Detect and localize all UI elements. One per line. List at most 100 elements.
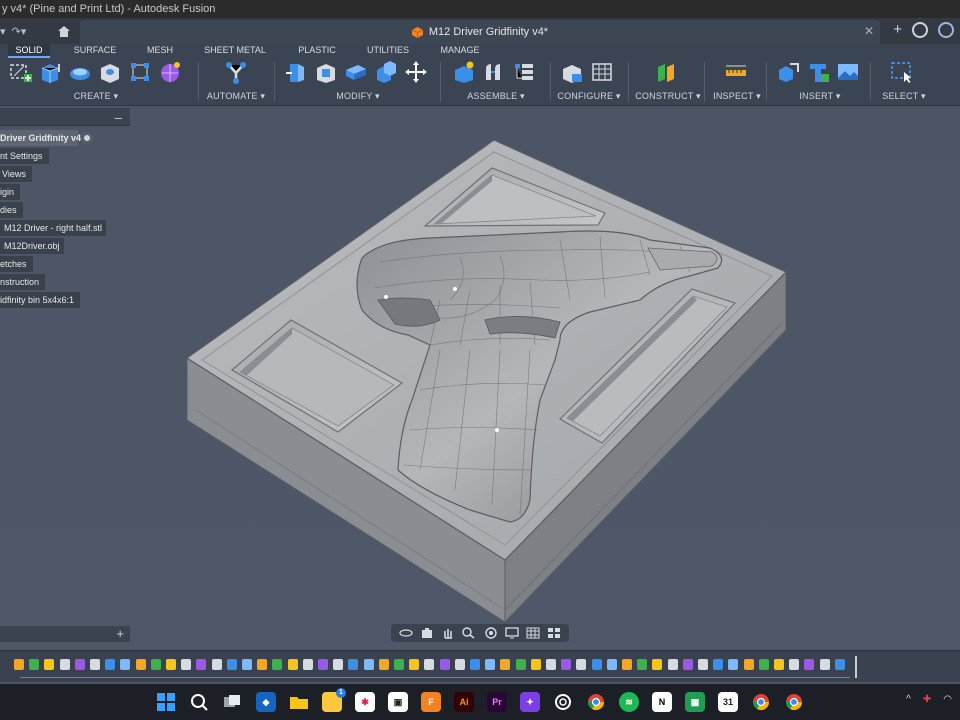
window-select-icon[interactable] — [890, 60, 914, 84]
timeline-feature[interactable] — [683, 659, 693, 670]
timeline-feature[interactable] — [379, 659, 389, 670]
timeline-feature[interactable] — [29, 659, 39, 670]
timeline-marker[interactable] — [855, 656, 857, 678]
timeline-feature[interactable] — [576, 659, 586, 670]
browser-node-document-settings[interactable]: nt Settings — [0, 148, 49, 164]
pattern-icon[interactable] — [128, 60, 152, 84]
timeline-feature[interactable] — [668, 659, 678, 670]
tab-solid[interactable]: SOLID — [8, 44, 50, 58]
timeline-feature[interactable] — [759, 659, 769, 670]
timeline-feature[interactable] — [561, 659, 571, 670]
construct-menu-label[interactable]: CONSTRUCT ▾ — [634, 91, 702, 102]
activate-radio-icon[interactable] — [81, 132, 93, 144]
configure-design-icon[interactable] — [560, 60, 584, 84]
automate-icon[interactable] — [224, 60, 248, 84]
image-editor-icon[interactable]: ▣ — [388, 692, 408, 712]
task-view-icon[interactable] — [222, 692, 242, 712]
copilot-icon[interactable]: ✦ — [520, 692, 540, 712]
orbit-icon[interactable] — [399, 627, 413, 639]
timeline-feature[interactable] — [105, 659, 115, 670]
timeline-feature[interactable] — [120, 659, 130, 670]
timeline-feature[interactable] — [592, 659, 602, 670]
file-explorer-icon[interactable] — [289, 692, 309, 712]
fusion-taskbar-icon[interactable]: F — [421, 692, 441, 712]
look-at-icon[interactable] — [420, 627, 434, 639]
timeline-feature[interactable] — [196, 659, 206, 670]
measure-icon[interactable] — [724, 60, 748, 84]
configuration-table-icon[interactable] — [590, 60, 614, 84]
automate-menu-label[interactable]: AUTOMATE ▾ — [202, 91, 270, 102]
timeline-feature[interactable] — [364, 659, 374, 670]
calendar-icon[interactable]: 31 — [718, 692, 738, 712]
insert-derive-icon[interactable] — [776, 60, 800, 84]
timeline-feature[interactable] — [288, 659, 298, 670]
tab-utilities[interactable]: UTILITIES — [362, 44, 414, 58]
new-component-icon[interactable] — [452, 60, 476, 84]
insert-mcmaster-icon[interactable] — [806, 60, 830, 84]
zoom-icon[interactable] — [462, 627, 476, 639]
spotify-icon[interactable]: ≋ — [619, 692, 639, 712]
timeline-feature[interactable] — [394, 659, 404, 670]
timeline-feature[interactable] — [348, 659, 358, 670]
timeline-feature[interactable] — [136, 659, 146, 670]
notifications-icon[interactable] — [938, 21, 954, 38]
tray-app-icon[interactable]: ✚ — [923, 694, 931, 705]
timeline-feature[interactable] — [637, 659, 647, 670]
create-menu-label[interactable]: CREATE ▾ — [4, 91, 188, 102]
chrome-profile-icon[interactable] — [751, 692, 771, 712]
timeline-feature[interactable] — [622, 659, 632, 670]
timeline-feature[interactable] — [789, 659, 799, 670]
tab-mesh[interactable]: MESH — [140, 44, 180, 58]
insert-menu-label[interactable]: INSERT ▾ — [772, 91, 868, 102]
timeline-feature[interactable] — [60, 659, 70, 670]
chatgpt-icon[interactable] — [553, 692, 573, 712]
timeline-feature[interactable] — [470, 659, 480, 670]
timeline-feature[interactable] — [698, 659, 708, 670]
select-menu-label[interactable]: SELECT ▾ — [874, 91, 934, 102]
undo-dropdown-icon[interactable]: ▾ — [0, 25, 6, 38]
hole-icon[interactable] — [98, 60, 122, 84]
collapse-browser-icon[interactable]: – — [115, 110, 122, 125]
pan-icon[interactable] — [441, 627, 455, 639]
slack-icon[interactable]: ✱ — [355, 692, 375, 712]
timeline-feature[interactable] — [424, 659, 434, 670]
close-tab-icon[interactable]: ✕ — [864, 24, 874, 38]
chrome-icon[interactable] — [586, 692, 606, 712]
premiere-icon[interactable]: Pr — [487, 692, 507, 712]
new-tab-icon[interactable]: + — [893, 21, 902, 38]
create-form-icon[interactable] — [158, 60, 182, 84]
timeline-feature[interactable] — [166, 659, 176, 670]
timeline-feature[interactable] — [212, 659, 222, 670]
timeline-feature[interactable] — [835, 659, 845, 670]
grid-snaps-icon[interactable] — [526, 627, 540, 639]
fit-icon[interactable] — [484, 627, 498, 639]
timeline-feature[interactable] — [14, 659, 24, 670]
windows-start-icon[interactable] — [156, 692, 176, 712]
timeline-feature[interactable] — [333, 659, 343, 670]
viewports-icon[interactable] — [547, 627, 561, 639]
timeline-feature[interactable] — [455, 659, 465, 670]
timeline-feature[interactable] — [804, 659, 814, 670]
shell-icon[interactable] — [344, 60, 368, 84]
configure-menu-label[interactable]: CONFIGURE ▾ — [554, 91, 624, 102]
combine-icon[interactable] — [374, 60, 398, 84]
timeline-feature[interactable] — [90, 659, 100, 670]
tab-plastic[interactable]: PLASTIC — [292, 44, 342, 58]
timeline-feature[interactable] — [151, 659, 161, 670]
job-status-icon[interactable] — [912, 21, 928, 38]
home-button[interactable] — [52, 20, 76, 42]
tab-manage[interactable]: MANAGE — [436, 44, 484, 58]
timeline-feature[interactable] — [652, 659, 662, 670]
browser-node-sketches[interactable]: etches — [0, 256, 33, 272]
browser-node-stl-body[interactable]: M12 Driver - right half.stl — [0, 220, 107, 236]
tab-sheet-metal[interactable]: SHEET METAL — [200, 44, 270, 58]
timeline-feature[interactable] — [75, 659, 85, 670]
timeline-feature[interactable] — [181, 659, 191, 670]
browser-node-obj-body[interactable]: M12Driver.obj — [0, 238, 64, 254]
gridfinity-bin-model[interactable] — [0, 106, 960, 650]
timeline-feature[interactable] — [607, 659, 617, 670]
timeline-feature[interactable] — [744, 659, 754, 670]
wifi-icon[interactable]: ◠ — [943, 694, 952, 705]
redo-icon[interactable]: ↷▾ — [12, 25, 27, 38]
timeline-feature[interactable] — [531, 659, 541, 670]
